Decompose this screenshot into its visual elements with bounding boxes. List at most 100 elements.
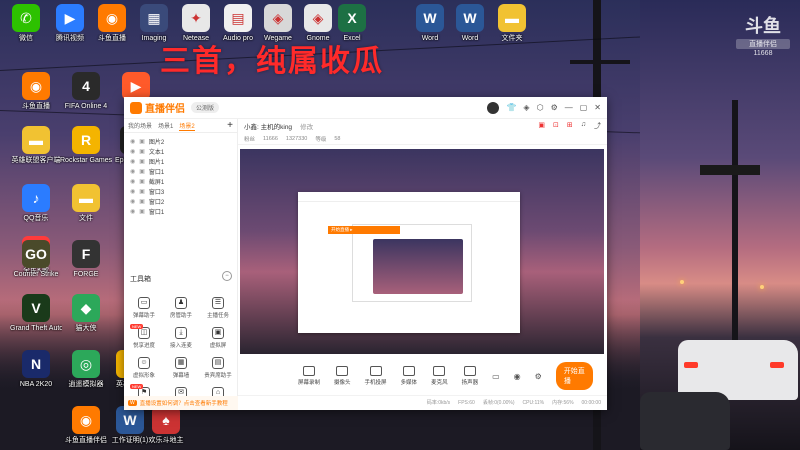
eye-icon[interactable]: ◉ bbox=[130, 148, 135, 155]
street-light bbox=[760, 285, 764, 289]
bottom-toolbar: 屏幕录制 摄像头 手机投屏 多媒体 麦克风 扬声器 ▭ ◉ ⚙ 开始直播 bbox=[238, 359, 607, 393]
desktop-icon-label: Counter Strike bbox=[13, 271, 59, 278]
source-item[interactable]: ◉ ▣ 文本1 bbox=[124, 146, 237, 156]
nested-titlebar bbox=[298, 192, 520, 202]
tool-label: 主播任务 bbox=[206, 313, 229, 319]
bottom-tool[interactable]: 多媒体 bbox=[401, 366, 417, 386]
desktop-icon[interactable]: ▬ 英雄联盟客户端 bbox=[10, 126, 62, 165]
version-badge[interactable]: 公测版 bbox=[191, 102, 220, 113]
toolbox-tool[interactable]: ▦ 弹幕墙 bbox=[163, 357, 199, 379]
tab-scene-1[interactable]: 场景1 bbox=[158, 121, 173, 130]
source-item[interactable]: ◉ ▣ 窗口1 bbox=[124, 206, 237, 216]
toolbox-tool[interactable]: ▣ 虚拟屏 bbox=[200, 327, 236, 349]
bottom-tool-icon bbox=[433, 366, 446, 376]
desktop-icon[interactable]: R Rockstar Games bbox=[60, 126, 112, 165]
source-item[interactable]: ◉ ▣ 窗口1 bbox=[124, 166, 237, 176]
toolbox-tool[interactable]: ☺ 虚拟形象 bbox=[126, 357, 162, 379]
eye-icon[interactable]: ◉ bbox=[130, 198, 135, 205]
dropped-frames: 丢帧:0(0.00%) bbox=[482, 400, 515, 406]
room-actions: ▣ ⊡ ⊞ ♫ ⤴ bbox=[538, 121, 601, 131]
source-label: 图片2 bbox=[148, 139, 165, 146]
preview-nested-window: 开始直播 ▸ bbox=[298, 192, 520, 333]
lock-icon[interactable]: ▣ bbox=[139, 138, 145, 145]
toolbox-tool[interactable]: ▤ 贵宾席助手 bbox=[200, 357, 236, 379]
eye-icon[interactable]: ◉ bbox=[130, 158, 135, 165]
bottom-tool[interactable]: 屏幕录制 bbox=[298, 366, 320, 386]
preview-nested-window-inner bbox=[352, 224, 472, 302]
source-item[interactable]: ◉ ▣ 截屏1 bbox=[124, 176, 237, 186]
watermark-room-id: 11668 bbox=[753, 50, 773, 57]
desktop-icon[interactable]: V Grand Theft Auto V bbox=[10, 294, 62, 333]
eye-icon[interactable]: ◉ bbox=[130, 168, 135, 175]
desktop-icon-glyph: N bbox=[22, 350, 50, 378]
desktop-icon-glyph: V bbox=[22, 294, 50, 322]
source-item[interactable]: ◉ ▣ 窗口2 bbox=[124, 196, 237, 206]
lock-icon[interactable]: ▣ bbox=[139, 208, 145, 215]
bitrate: 码率:0kb/s bbox=[426, 400, 451, 406]
share-icon[interactable]: ⤴ bbox=[594, 121, 601, 131]
eye-icon[interactable]: ◉ bbox=[514, 372, 521, 381]
desktop-icon[interactable]: 4 FIFA Online 4 bbox=[60, 72, 112, 111]
toolbox-tool[interactable]: ♟ 房管助手 bbox=[163, 297, 199, 319]
source-item[interactable]: ◉ ▣ 图片1 bbox=[124, 156, 237, 166]
desktop-icon[interactable]: ▬ 文件夹 bbox=[486, 4, 538, 43]
desktop-icon[interactable]: GO Counter Strike bbox=[10, 240, 62, 279]
source-item[interactable]: ◉ ▣ 窗口3 bbox=[124, 186, 237, 196]
eye-icon[interactable]: ◉ bbox=[130, 138, 135, 145]
record-icon[interactable]: ⬡ bbox=[537, 103, 544, 112]
toolbox-tool[interactable]: ⤓ 接入连麦 bbox=[163, 327, 199, 349]
lock-icon[interactable]: ⊡ bbox=[553, 121, 559, 131]
lock-icon[interactable]: ▣ bbox=[139, 188, 145, 195]
desktop-icon[interactable]: ◆ 猫大侠 bbox=[60, 294, 112, 333]
bottom-tool[interactable]: 麦克风 bbox=[431, 366, 448, 386]
screenshot-icon[interactable]: ▣ bbox=[538, 121, 545, 131]
settings-gear-icon[interactable]: ⚙ bbox=[535, 372, 542, 381]
maximize-icon[interactable]: ▢ bbox=[580, 103, 588, 112]
desktop-icon[interactable]: ▬ 文件 bbox=[60, 184, 112, 223]
user-avatar[interactable] bbox=[487, 101, 500, 114]
eye-icon[interactable]: ◉ bbox=[130, 178, 135, 185]
eye-icon[interactable]: ◉ bbox=[130, 208, 135, 215]
tab-my-scenes[interactable]: 我的场景 bbox=[128, 121, 152, 130]
volume-icon[interactable]: ▭ bbox=[492, 372, 500, 381]
minimize-icon[interactable]: — bbox=[565, 103, 573, 112]
settings-icon[interactable]: ⚙ bbox=[551, 103, 558, 112]
toolbox-tool[interactable]: NEW ◫ 悦享进度 bbox=[126, 324, 162, 349]
edit-room-button[interactable]: 修改 bbox=[300, 121, 313, 131]
desktop-icon[interactable]: ♪ QQ音乐 bbox=[10, 184, 62, 223]
toolbox-tool[interactable]: ☰ 主播任务 bbox=[200, 297, 236, 319]
source-item[interactable]: ◉ ▣ 图片2 bbox=[124, 136, 237, 146]
lock-icon[interactable]: ▣ bbox=[139, 148, 145, 155]
layout-icon[interactable]: ⊞ bbox=[567, 121, 573, 131]
close-icon[interactable]: ✕ bbox=[594, 103, 601, 112]
desktop-icon-glyph: ◉ bbox=[72, 406, 100, 434]
desktop-icon-label: QQ音乐 bbox=[23, 215, 49, 222]
toolbox-tool[interactable]: ▭ 弹幕助手 bbox=[126, 297, 162, 319]
desktop-icon[interactable]: ◉ 斗鱼直播 bbox=[10, 72, 62, 111]
tool-icon: ▦ bbox=[175, 357, 187, 369]
desktop-icon[interactable]: N NBA 2K20 bbox=[10, 350, 62, 389]
tab-scene-2[interactable]: 场景2 bbox=[179, 121, 195, 131]
desktop-icon-glyph: ✆ bbox=[12, 4, 40, 32]
gift-icon[interactable]: ◈ bbox=[523, 103, 529, 112]
add-scene-button[interactable]: + bbox=[227, 120, 233, 131]
lock-icon[interactable]: ▣ bbox=[139, 178, 145, 185]
bottom-tool[interactable]: 扬声器 bbox=[462, 366, 478, 386]
toolbox-collapse-icon[interactable]: − bbox=[222, 271, 232, 281]
lock-icon[interactable]: ▣ bbox=[139, 198, 145, 205]
bell-icon[interactable]: ♫ bbox=[581, 121, 586, 131]
desktop-icon[interactable]: F FORGE bbox=[60, 240, 112, 279]
lock-icon[interactable]: ▣ bbox=[139, 168, 145, 175]
bottom-tool-icon bbox=[402, 366, 415, 376]
new-badge: NEW bbox=[130, 324, 144, 329]
followers-count: 11666 bbox=[263, 135, 278, 142]
eye-icon[interactable]: ◉ bbox=[130, 188, 135, 195]
desktop-icon[interactable]: ♠ 欢乐斗地主 bbox=[140, 406, 192, 445]
bottom-tool[interactable]: 手机投屏 bbox=[365, 366, 387, 386]
lock-icon[interactable]: ▣ bbox=[139, 158, 145, 165]
bottom-tool[interactable]: 摄像头 bbox=[334, 366, 351, 386]
stream-preview[interactable]: 开始直播 ▸ bbox=[240, 149, 604, 354]
shirt-icon[interactable]: 👕 bbox=[506, 103, 516, 112]
tutorial-hint[interactable]: W 直播设置如何调？点击查看新手教程 bbox=[124, 396, 238, 410]
start-live-button[interactable]: 开始直播 bbox=[555, 362, 593, 390]
